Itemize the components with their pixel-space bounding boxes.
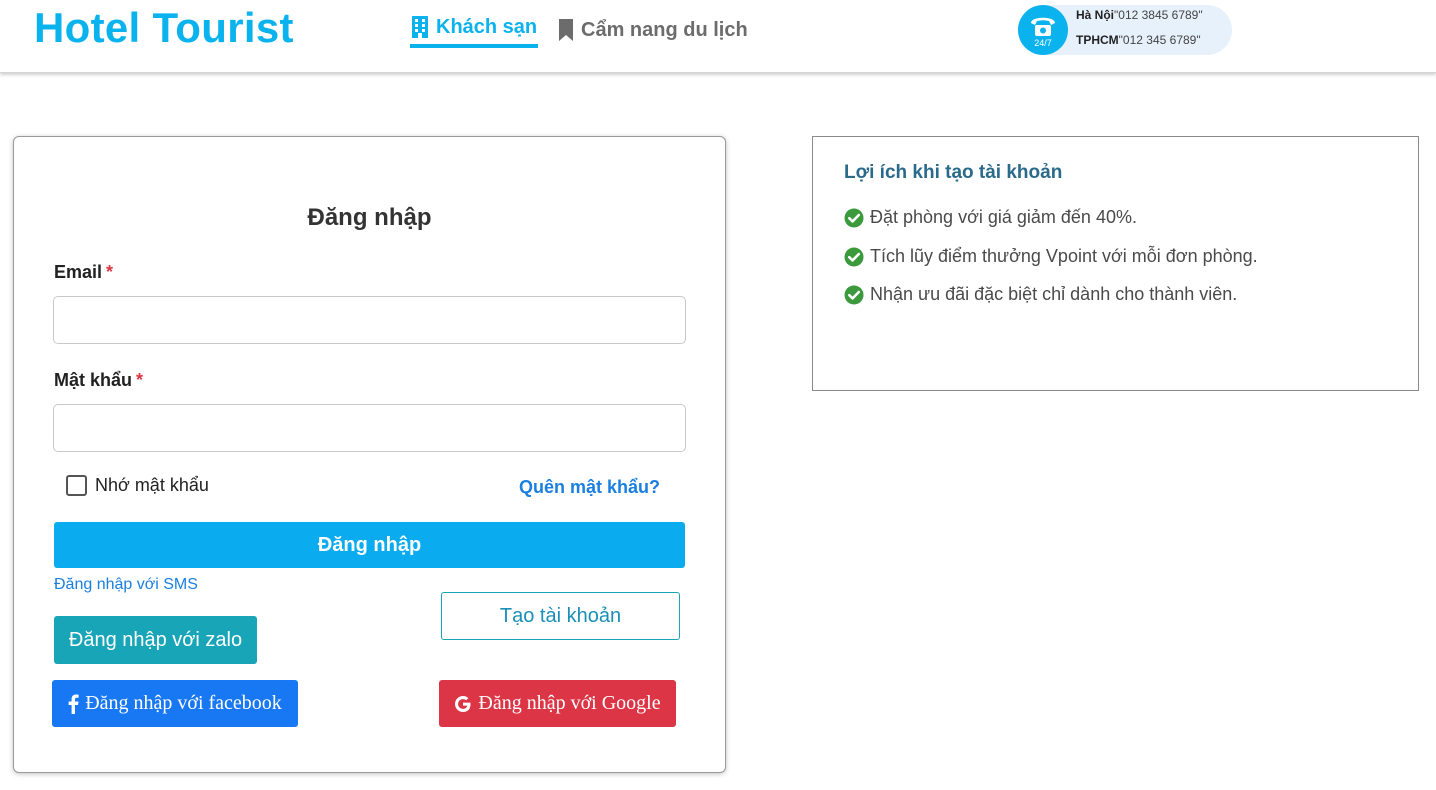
nav-hotels[interactable]: Khách sạn <box>410 12 538 48</box>
login-title: Đăng nhập <box>307 204 432 231</box>
benefit-item: Đặt phòng với giá giảm đến 40%. <box>844 207 1137 228</box>
required-mark: * <box>106 262 114 282</box>
nav-hotels-label: Khách sạn <box>436 15 538 38</box>
sms-login-link[interactable]: Đăng nhập với SMS <box>54 576 198 594</box>
site-logo[interactable]: Hotel Tourist <box>34 4 294 52</box>
password-label-text: Mật khẩu <box>54 370 133 390</box>
hotline-hanoi-number[interactable]: "012 3845 6789" <box>1114 8 1203 22</box>
building-icon <box>412 16 428 38</box>
remember-me[interactable]: Nhớ mật khẩu <box>66 475 209 496</box>
check-circle-icon <box>844 247 864 266</box>
facebook-icon <box>68 694 79 714</box>
required-mark: * <box>136 370 144 390</box>
benefits-title: Lợi ích khi tạo tài khoản <box>844 162 1063 183</box>
remember-label: Nhớ mật khẩu <box>95 475 209 495</box>
hotline-hcm-city: TPHCM <box>1076 33 1119 47</box>
hotline-hcm-number[interactable]: "012 345 6789" <box>1119 33 1201 47</box>
top-header: Hotel Tourist Khách sạn Cẩm nang du lịch… <box>0 0 1436 73</box>
nav-travel-guide-label: Cẩm nang du lịch <box>581 18 748 41</box>
benefits-panel: Lợi ích khi tạo tài khoản Đặt phòng với … <box>812 136 1419 391</box>
zalo-login-button[interactable]: Đăng nhập với zalo <box>54 616 257 664</box>
check-circle-icon <box>844 208 864 227</box>
benefit-text: Đặt phòng với giá giảm đến 40%. <box>870 207 1137 227</box>
phone-badge: 24/7 <box>1018 5 1068 55</box>
password-field[interactable] <box>53 404 686 452</box>
hotline-hcm: TPHCM"012 345 6789" <box>1076 33 1201 47</box>
hotline-box: 24/7 Hà Nội"012 3845 6789" TPHCM"012 345… <box>1018 5 1232 55</box>
email-label-text: Email <box>54 262 103 282</box>
benefit-item: Tích lũy điểm thưởng Vpoint với mỗi đơn … <box>844 246 1258 267</box>
facebook-login-button[interactable]: Đăng nhập với facebook <box>52 680 298 727</box>
facebook-login-label: Đăng nhập với facebook <box>85 692 282 714</box>
hotline-hanoi-city: Hà Nội <box>1076 8 1115 22</box>
forgot-password-link[interactable]: Quên mật khẩu? <box>519 477 660 498</box>
benefit-item: Nhận ưu đãi đặc biệt chỉ dành cho thành … <box>844 284 1237 305</box>
create-account-button[interactable]: Tạo tài khoản <box>441 592 680 640</box>
benefit-text: Nhận ưu đãi đặc biệt chỉ dành cho thành … <box>870 284 1238 304</box>
email-label: Email * <box>54 262 113 283</box>
phone-icon <box>1031 17 1055 36</box>
bookmark-icon <box>559 19 573 41</box>
nav-travel-guide[interactable]: Cẩm nang du lịch <box>557 12 748 48</box>
hotline-hanoi: Hà Nội"012 3845 6789" <box>1076 8 1203 22</box>
google-login-button[interactable]: Đăng nhập với Google <box>439 680 676 727</box>
login-card: Đăng nhập Email * Mật khẩu * Nhớ mật khẩu … <box>13 136 726 773</box>
remember-checkbox[interactable] <box>66 475 87 496</box>
hours-label: 24/7 <box>1034 38 1052 48</box>
password-label: Mật khẩu * <box>54 370 143 391</box>
benefit-text: Tích lũy điểm thưởng Vpoint với mỗi đơn … <box>870 246 1258 266</box>
email-field[interactable] <box>53 296 686 344</box>
login-button[interactable]: Đăng nhập <box>54 522 685 568</box>
google-icon <box>455 695 471 712</box>
google-login-label: Đăng nhập với Google <box>478 692 661 714</box>
check-circle-icon <box>844 285 864 304</box>
